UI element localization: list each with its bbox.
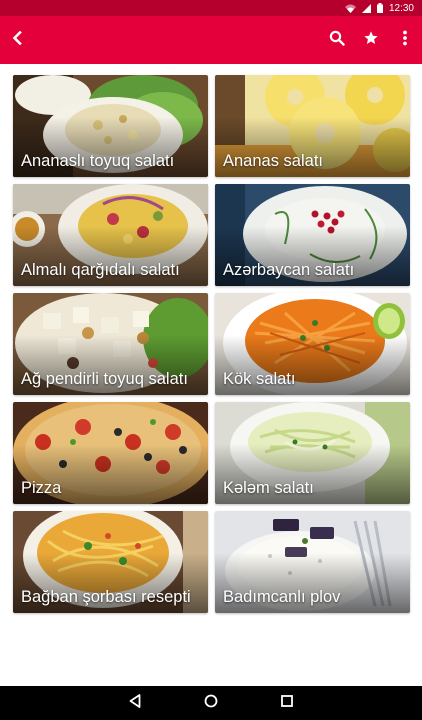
- arrow-back-icon: [11, 30, 25, 50]
- search-icon: [329, 30, 345, 51]
- recipe-title: Azərbaycan salatı: [223, 261, 355, 279]
- back-triangle-icon: [129, 693, 141, 713]
- recipe-card[interactable]: Kök salatı: [215, 293, 410, 395]
- recipe-card[interactable]: Almalı qarğıdalı salatı: [13, 184, 208, 286]
- more-options-button[interactable]: [388, 16, 422, 64]
- app-bar: [0, 16, 422, 64]
- recipe-title: Kök salatı: [223, 370, 296, 388]
- home-circle-icon: [204, 694, 218, 713]
- nav-home-button[interactable]: [199, 691, 223, 715]
- recipe-card[interactable]: Pizza: [13, 402, 208, 504]
- search-button[interactable]: [320, 16, 354, 64]
- recipe-card[interactable]: Ananaslı toyuq salatı: [13, 75, 208, 177]
- recipe-title: Badımcanlı plov: [223, 588, 341, 606]
- nav-back-button[interactable]: [123, 691, 147, 715]
- wifi-icon: [344, 4, 356, 13]
- battery-icon: [376, 3, 383, 13]
- recipe-card[interactable]: Ananas salatı: [215, 75, 410, 177]
- status-bar: 12:30: [0, 0, 422, 16]
- favorites-button[interactable]: [354, 16, 388, 64]
- recipe-title: Pizza: [21, 479, 62, 497]
- signal-icon: [361, 3, 371, 13]
- status-time: 12:30: [388, 2, 414, 14]
- recipe-title: Ananas salatı: [223, 152, 323, 170]
- recipe-card[interactable]: Ağ pendirli toyuq salatı: [13, 293, 208, 395]
- recents-square-icon: [281, 694, 293, 712]
- system-nav-bar: [0, 686, 422, 720]
- more-vert-icon: [402, 30, 408, 51]
- recipe-title: Ağ pendirli toyuq salatı: [21, 370, 188, 388]
- nav-recents-button[interactable]: [275, 691, 299, 715]
- back-button[interactable]: [0, 16, 36, 64]
- recipe-title: Kələm salatı: [223, 479, 314, 497]
- recipe-card[interactable]: Azərbaycan salatı: [215, 184, 410, 286]
- recipe-card[interactable]: Bağban şorbası resepti: [13, 511, 208, 613]
- recipe-card[interactable]: Kələm salatı: [215, 402, 410, 504]
- recipe-title: Ananaslı toyuq salatı: [21, 152, 175, 170]
- recipe-grid: Ananaslı toyuq salatı Ananas salatı Alma…: [13, 75, 410, 613]
- recipe-card[interactable]: Badımcanlı plov: [215, 511, 410, 613]
- recipe-title: Almalı qarğıdalı salatı: [21, 261, 180, 279]
- recipe-title: Bağban şorbası resepti: [21, 588, 191, 606]
- star-icon: [363, 30, 379, 51]
